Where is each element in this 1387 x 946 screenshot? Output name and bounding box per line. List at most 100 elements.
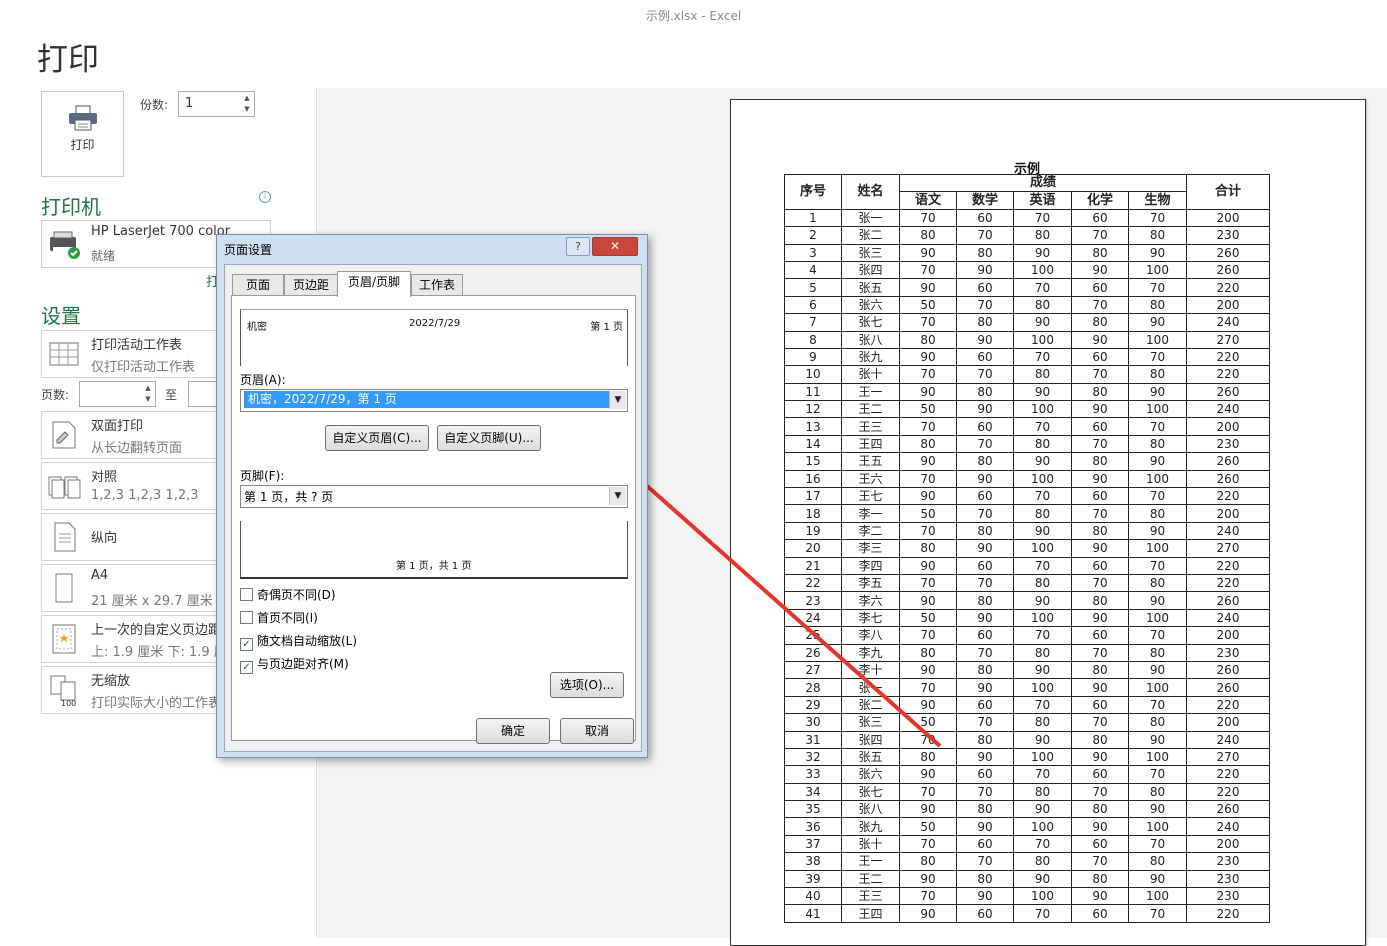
table-cell: 70 — [1013, 487, 1072, 506]
info-icon[interactable]: i — [259, 191, 271, 203]
close-button[interactable]: ✕ — [592, 237, 638, 256]
table-row: 22 李五 70 70 80 70 80 220 — [784, 573, 1270, 593]
copies-input[interactable]: 1 ▲ ▼ — [178, 91, 255, 117]
table-cell: 70 — [1013, 278, 1072, 297]
table-cell: 70 — [956, 365, 1014, 384]
odd-even-checkbox[interactable]: 奇偶页不同(D) — [240, 586, 336, 603]
custom-footer-button[interactable]: 自定义页脚(U)... — [437, 425, 541, 451]
tab-page[interactable]: 页面 — [232, 274, 284, 296]
dropdown-arrow-icon[interactable]: ▼ — [609, 487, 626, 505]
table-cell: 王一 — [841, 852, 900, 871]
orientation-selector[interactable]: 纵向 — [41, 513, 233, 561]
setting-line2: 从长边翻转页面 — [91, 441, 183, 456]
table-cell: 240 — [1186, 817, 1270, 836]
table-row: 15 王五 90 80 90 80 90 260 — [784, 452, 1270, 471]
checkbox-box[interactable] — [240, 588, 253, 601]
table-cell: 260 — [1186, 678, 1270, 697]
table-cell: 90 — [899, 591, 957, 610]
table-row: 3 张三 90 80 90 80 90 260 — [784, 243, 1270, 262]
table-cell: 70 — [1128, 417, 1187, 436]
print-button[interactable]: 打印 — [41, 91, 124, 177]
collate-selector[interactable]: 对照 1,2,3 1,2,3 1,2,3 — [41, 462, 233, 510]
table-cell: 220 — [1186, 487, 1270, 506]
table-cell: 230 — [1186, 852, 1270, 871]
table-cell: 张六 — [841, 765, 900, 784]
table-cell: 90 — [899, 487, 957, 506]
header-preview: 机密 2022/7/29 第 1 页 — [240, 309, 628, 366]
custom-header-button[interactable]: 自定义页眉(C)... — [325, 425, 429, 451]
table-cell: 90 — [1071, 608, 1129, 628]
tab-sheet[interactable]: 工作表 — [411, 274, 463, 296]
table-cell: 80 — [1013, 573, 1072, 593]
table-row: 40 王三 70 90 100 90 100 230 — [784, 887, 1270, 906]
spin-down-icon[interactable]: ▼ — [243, 105, 251, 113]
table-cell: 90 — [956, 469, 1014, 489]
table-cell: 90 — [1128, 591, 1187, 610]
table-cell: 100 — [1128, 260, 1187, 280]
table-row: 4 张四 70 90 100 90 100 260 — [784, 260, 1270, 280]
table-cell: 230 — [1186, 643, 1270, 662]
table-cell: 80 — [956, 730, 1014, 749]
header-scores: 成绩 — [899, 173, 1187, 193]
table-cell: 80 — [1071, 591, 1129, 610]
table-cell: 90 — [899, 765, 957, 784]
table-cell: 230 — [1186, 869, 1270, 889]
header-select[interactable]: 机密，2022/7/29，第 1 页 ▼ — [240, 389, 628, 412]
table-cell: 80 — [956, 591, 1014, 610]
table-cell: 张五 — [841, 278, 900, 297]
spin-down-icon[interactable]: ▼ — [144, 395, 152, 403]
table-cell: 41 — [784, 904, 842, 923]
scale-with-doc-checkbox[interactable]: ✓ 随文档自动缩放(L) — [240, 632, 357, 651]
table-cell: 80 — [956, 313, 1014, 332]
table-cell: 60 — [1071, 487, 1129, 506]
checkbox-box[interactable]: ✓ — [240, 661, 253, 674]
tab-header-footer[interactable]: 页眉/页脚 — [337, 271, 411, 297]
scaling-selector[interactable]: 100 无缩放 打印实际大小的工作表 — [41, 666, 233, 714]
table-cell: 70 — [1128, 626, 1187, 645]
settings-section-title: 设置 — [41, 304, 81, 328]
paper-size-selector[interactable]: A4 21 厘米 x 29.7 厘米 — [41, 564, 233, 612]
setting-line2: 21 厘米 x 29.7 厘米 — [91, 594, 213, 609]
duplex-selector[interactable]: 双面打印 从长边翻转页面 — [41, 411, 233, 459]
table-cell: 80 — [1013, 782, 1072, 802]
table-cell: 60 — [956, 834, 1014, 854]
table-cell: 22 — [784, 573, 842, 593]
first-page-checkbox[interactable]: 首页不同(I) — [240, 609, 318, 626]
table-cell: 220 — [1186, 573, 1270, 593]
table-cell: 80 — [899, 852, 957, 871]
spin-up-icon[interactable]: ▲ — [144, 384, 152, 392]
printer-icon — [69, 105, 97, 131]
table-cell: 70 — [899, 208, 957, 228]
checkbox-box[interactable]: ✓ — [240, 638, 253, 651]
checkbox-box[interactable] — [240, 611, 253, 624]
table-cell: 260 — [1186, 660, 1270, 680]
help-button[interactable]: ? — [566, 237, 590, 256]
table-cell: 70 — [1071, 365, 1129, 384]
print-what-selector[interactable]: 打印活动工作表 仅打印活动工作表 — [41, 330, 233, 378]
table-cell: 70 — [899, 417, 957, 436]
margins-selector[interactable]: 上一次的自定义页边距 上: 1.9 厘米 下: 1.9 厘 — [41, 615, 233, 663]
table-cell: 60 — [956, 904, 1014, 923]
spin-up-icon[interactable]: ▲ — [243, 94, 251, 102]
window-title: 示例.xlsx - Excel — [645, 9, 742, 23]
table-cell: 90 — [956, 747, 1014, 767]
footer-select[interactable]: 第 1 页，共 ? 页 ▼ — [240, 485, 628, 508]
cancel-button[interactable]: 取消 — [560, 718, 634, 744]
options-button[interactable]: 选项(O)... — [550, 672, 624, 698]
table-cell: 17 — [784, 487, 842, 506]
dropdown-arrow-icon[interactable]: ▼ — [609, 391, 626, 409]
tab-margins[interactable]: 页边距 — [284, 274, 338, 296]
table-cell: 240 — [1186, 400, 1270, 419]
table-row: 38 王一 80 70 80 70 80 230 — [784, 852, 1270, 871]
table-cell: 100 — [1013, 608, 1072, 628]
table-cell: 50 — [899, 817, 957, 836]
table-cell: 70 — [1013, 417, 1072, 436]
align-margins-checkbox[interactable]: ✓ 与页边距对齐(M) — [240, 655, 349, 674]
table-row: 7 张七 70 80 90 80 90 240 — [784, 313, 1270, 332]
table-cell: 70 — [1013, 347, 1072, 367]
table-cell: 80 — [956, 660, 1014, 680]
ok-button[interactable]: 确定 — [476, 718, 550, 744]
setting-line1: 打印活动工作表 — [91, 338, 183, 353]
table-cell: 70 — [1128, 695, 1187, 715]
pages-from-input[interactable]: ▲ ▼ — [79, 381, 156, 407]
